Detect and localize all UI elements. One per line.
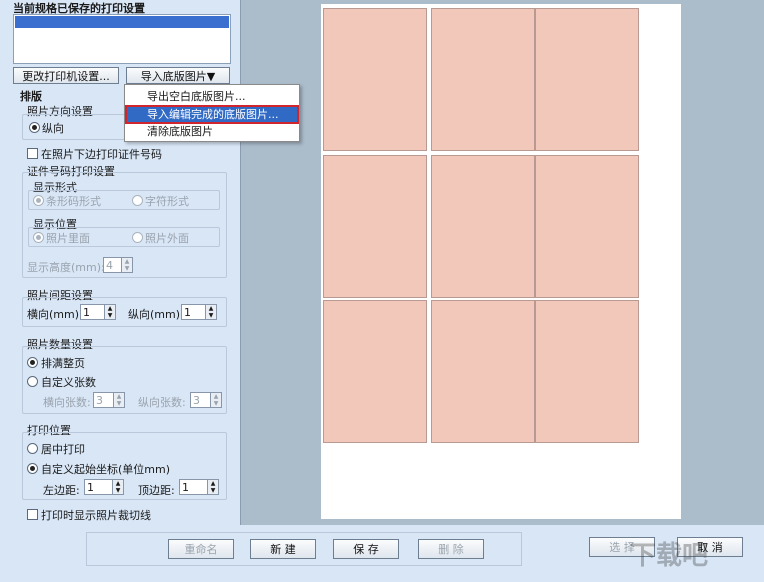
vertical-count-value: 3 <box>193 393 200 407</box>
outside-photo-radio[interactable] <box>132 232 143 243</box>
photo-cell <box>535 155 639 298</box>
top-margin-label: 顶边距: <box>138 484 175 497</box>
vertical-count-stepper[interactable]: 3 ▲ ▼ <box>190 392 222 408</box>
barcode-form-radio[interactable] <box>33 195 44 206</box>
char-form-label: 字符形式 <box>145 195 189 208</box>
vertical-count-label: 纵向张数: <box>138 396 186 409</box>
print-id-checkbox[interactable] <box>27 148 38 159</box>
watermark-logo: 下载吧 <box>630 541 709 571</box>
top-margin-stepper[interactable]: 1 ▲ ▼ <box>179 479 219 495</box>
photo-cell <box>323 8 427 151</box>
fill-page-label: 排满整页 <box>41 357 85 370</box>
change-printer-settings-button[interactable]: 更改打印机设置... <box>13 67 119 84</box>
stepper-arrows-icon[interactable]: ▲ ▼ <box>207 480 218 494</box>
vertical-spacing-label: 纵向(mm): <box>128 308 184 321</box>
photo-cell <box>431 8 535 151</box>
custom-count-label: 自定义张数 <box>41 376 96 389</box>
import-background-image-button[interactable]: 导入底版图片▼ <box>126 67 230 84</box>
portrait-radio[interactable] <box>29 122 40 133</box>
inside-photo-label: 照片里面 <box>46 232 90 245</box>
char-form-radio[interactable] <box>132 195 143 206</box>
vertical-spacing-stepper[interactable]: 1 ▲ ▼ <box>181 304 217 320</box>
horizontal-count-value: 3 <box>96 393 103 407</box>
print-preview-area <box>240 0 764 525</box>
outside-photo-label: 照片外面 <box>145 232 189 245</box>
layout-label: 排版 <box>20 90 42 103</box>
barcode-form-label: 条形码形式 <box>46 195 101 208</box>
menu-item-clear-background[interactable]: 清除底版图片 <box>127 124 297 139</box>
stepper-arrows-icon[interactable]: ▲ ▼ <box>104 305 115 319</box>
display-height-label: 显示高度(mm): <box>27 261 105 274</box>
stepper-arrows-icon[interactable]: ▲ ▼ <box>210 393 221 407</box>
custom-origin-label: 自定义起始坐标(单位mm) <box>41 463 171 476</box>
delete-button[interactable]: 删 除 <box>418 539 484 559</box>
stepper-arrows-icon[interactable]: ▲ ▼ <box>121 258 132 272</box>
import-background-menu: 导出空白底版图片... 导入编辑完成的底版图片... 清除底版图片 <box>124 84 300 142</box>
photo-cell <box>431 300 535 443</box>
settings-panel: 当前规格已保存的打印设置 更改打印机设置... 导入底版图片▼ 排版 照片方向设… <box>0 0 238 527</box>
left-margin-value: 1 <box>87 480 94 494</box>
show-cut-lines-checkbox[interactable] <box>27 509 38 520</box>
display-height-stepper[interactable]: 4 ▲ ▼ <box>103 257 133 273</box>
photo-cell <box>323 155 427 298</box>
show-cut-lines-label: 打印时显示照片裁切线 <box>41 509 151 522</box>
paper-preview <box>321 4 681 519</box>
top-margin-value: 1 <box>182 480 189 494</box>
horizontal-spacing-stepper[interactable]: 1 ▲ ▼ <box>80 304 116 320</box>
saved-settings-list[interactable] <box>13 14 231 64</box>
stepper-arrows-icon[interactable]: ▲ ▼ <box>113 393 124 407</box>
horizontal-count-stepper[interactable]: 3 ▲ ▼ <box>93 392 125 408</box>
print-id-label: 在照片下边打印证件号码 <box>41 148 162 161</box>
portrait-label: 纵向 <box>42 122 64 135</box>
left-margin-stepper[interactable]: 1 ▲ ▼ <box>84 479 124 495</box>
inside-photo-radio[interactable] <box>33 232 44 243</box>
menu-item-import-edited[interactable]: 导入编辑完成的底版图片... <box>125 105 299 124</box>
photo-cell <box>323 300 427 443</box>
custom-origin-radio[interactable] <box>27 463 38 474</box>
new-button[interactable]: 新 建 <box>250 539 316 559</box>
horizontal-spacing-value: 1 <box>83 305 90 319</box>
left-margin-label: 左边距: <box>43 484 80 497</box>
stepper-arrows-icon[interactable]: ▲ ▼ <box>112 480 123 494</box>
center-print-label: 居中打印 <box>41 443 85 456</box>
menu-item-export-blank[interactable]: 导出空白底版图片... <box>127 89 297 104</box>
display-height-value: 4 <box>106 258 113 272</box>
rename-button[interactable]: 重命名 <box>168 539 234 559</box>
stepper-arrows-icon[interactable]: ▲ ▼ <box>205 305 216 319</box>
photo-cell <box>535 300 639 443</box>
vertical-spacing-value: 1 <box>184 305 191 319</box>
fill-page-radio[interactable] <box>27 357 38 368</box>
center-print-radio[interactable] <box>27 443 38 454</box>
horizontal-count-label: 横向张数: <box>43 396 91 409</box>
saved-settings-selected-item[interactable] <box>15 16 229 28</box>
horizontal-spacing-label: 横向(mm): <box>27 308 83 321</box>
photo-cell <box>431 155 535 298</box>
save-button[interactable]: 保 存 <box>333 539 399 559</box>
photo-cell <box>535 8 639 151</box>
custom-count-radio[interactable] <box>27 376 38 387</box>
